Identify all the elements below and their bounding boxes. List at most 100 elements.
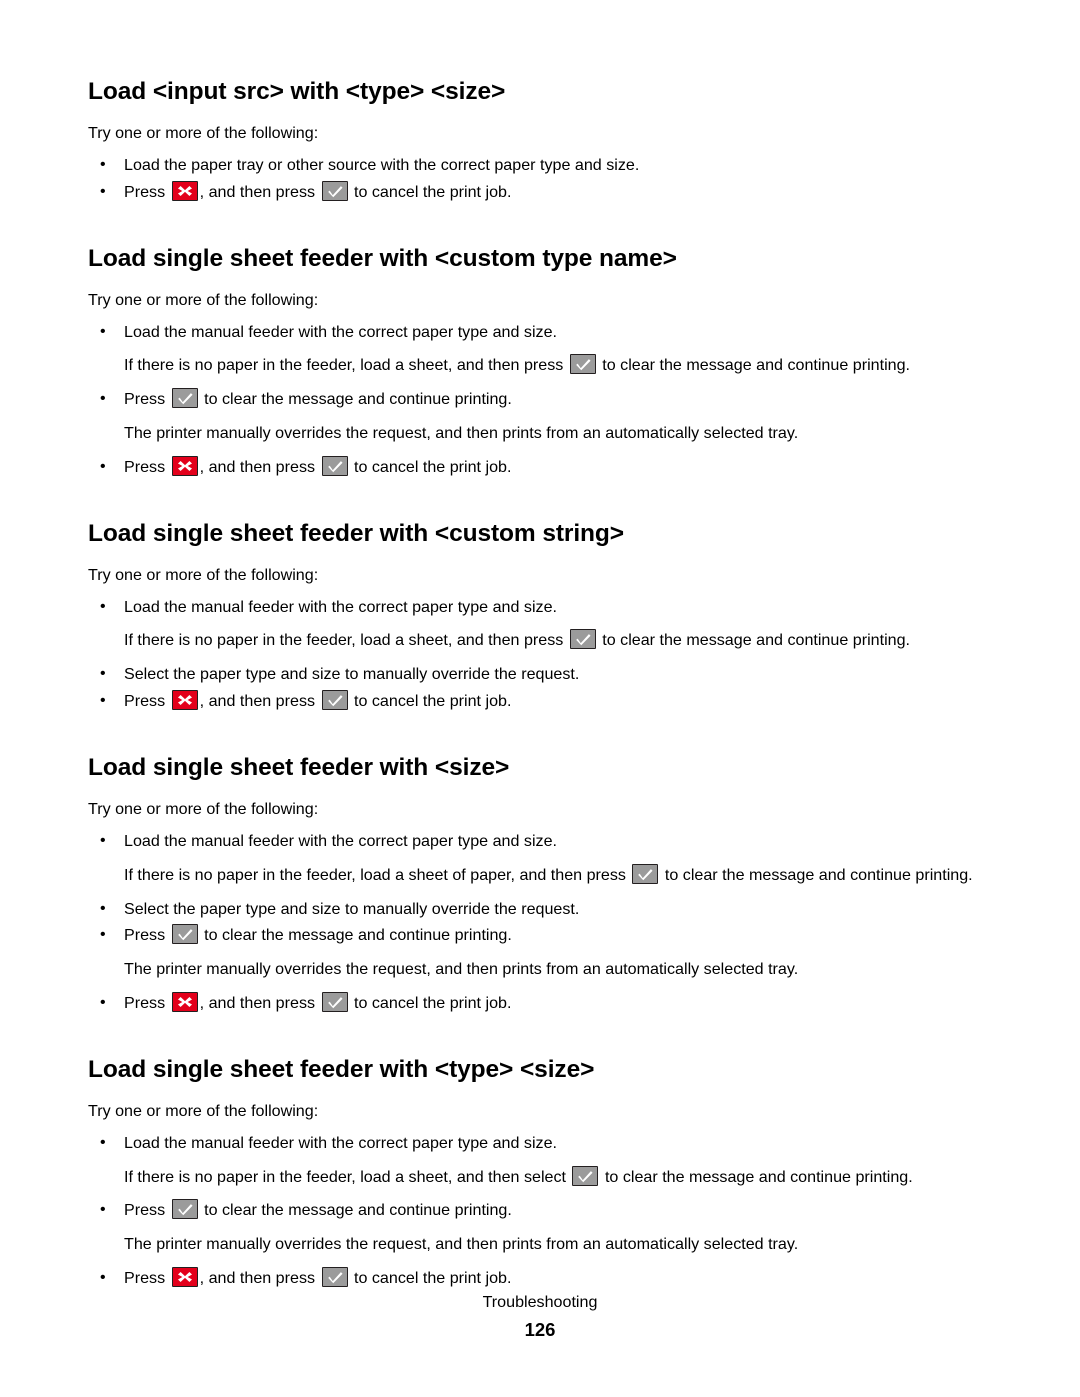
instruction-text: Press xyxy=(124,1268,170,1287)
list-item: Press to clear the message and continue … xyxy=(88,923,974,948)
list-item: Press , and then press to cancel the pri… xyxy=(88,180,974,205)
page-footer: Troubleshooting 126 xyxy=(0,1292,1080,1344)
select-check-key-icon[interactable] xyxy=(171,388,198,409)
select-check-key-icon[interactable] xyxy=(321,455,348,476)
list-item: Press , and then press to cancel the pri… xyxy=(88,455,974,480)
select-check-key-icon[interactable] xyxy=(572,1165,599,1186)
cancel-x-key-icon[interactable] xyxy=(171,690,198,711)
instruction-text: Press xyxy=(124,390,170,409)
list-item: Press , and then press to cancel the pri… xyxy=(88,991,974,1016)
select-check-key-icon[interactable] xyxy=(171,1199,198,1220)
list-item: Load the manual feeder with the correct … xyxy=(88,829,974,854)
section-heading: Load single sheet feeder with <custom st… xyxy=(88,519,624,547)
list-item: Press to clear the message and continue … xyxy=(88,387,974,412)
instruction-text: , and then press xyxy=(199,1268,320,1287)
list-item: Load the manual feeder with the correct … xyxy=(88,1131,974,1156)
instruction-text: The printer manually overrides the reque… xyxy=(124,424,799,443)
instruction-text: to clear the message and continue printi… xyxy=(597,356,911,375)
instruction-text: , and then press xyxy=(199,182,320,201)
list-item: Load the manual feeder with the correct … xyxy=(88,595,974,620)
instruction-text: The printer manually overrides the reque… xyxy=(124,960,799,979)
instruction-text: , and then press xyxy=(199,692,320,711)
list-item-note: If there is no paper in the feeder, load… xyxy=(88,1165,974,1190)
document-page: Load <input src> with <type> <size> Try o… xyxy=(0,0,1080,1397)
section-heading: Load <input src> with <type> <size> xyxy=(88,78,506,105)
instruction-text: to cancel the print job. xyxy=(349,182,512,201)
select-check-key-icon[interactable] xyxy=(321,690,348,711)
section-intro: Try one or more of the following: xyxy=(88,565,319,584)
instruction-list: Load the manual feeder with the correct … xyxy=(88,1131,974,1291)
section-heading: Load single sheet feeder with <size> xyxy=(88,753,510,781)
list-item-note: The printer manually overrides the reque… xyxy=(88,422,974,446)
instruction-list: Load the manual feeder with the correct … xyxy=(88,320,974,480)
instruction-text: The printer manually overrides the reque… xyxy=(124,1235,799,1254)
message-section: Load single sheet feeder with <custom st… xyxy=(88,520,974,714)
list-item: Load the paper tray or other source with… xyxy=(88,153,974,178)
instruction-text: If there is no paper in the feeder, load… xyxy=(124,631,568,650)
footer-breadcrumb: Troubleshooting xyxy=(482,1293,598,1311)
list-item: Press to clear the message and continue … xyxy=(88,1198,974,1223)
list-item-note: The printer manually overrides the reque… xyxy=(88,958,974,982)
instruction-text: Load the manual feeder with the correct … xyxy=(124,831,558,850)
instruction-text: to clear the message and continue printi… xyxy=(597,631,911,650)
page-content: Load <input src> with <type> <size> Try o… xyxy=(88,78,974,1294)
list-item-note: If there is no paper in the feeder, load… xyxy=(88,863,974,888)
cancel-x-key-icon[interactable] xyxy=(171,180,198,201)
select-check-key-icon[interactable] xyxy=(171,924,198,945)
cancel-x-key-icon[interactable] xyxy=(171,455,198,476)
list-item: Select the paper type and size to manual… xyxy=(88,662,974,687)
select-check-key-icon[interactable] xyxy=(569,354,596,375)
message-section: Load single sheet feeder with <type> <si… xyxy=(88,1056,974,1291)
instruction-text: , and then press xyxy=(199,993,320,1012)
list-item: Load the manual feeder with the correct … xyxy=(88,320,974,345)
list-item: Select the paper type and size to manual… xyxy=(88,897,974,922)
message-section: Load <input src> with <type> <size> Try o… xyxy=(88,78,974,205)
instruction-text: Press xyxy=(124,993,170,1012)
page-number: 126 xyxy=(524,1318,556,1340)
instruction-text: If there is no paper in the feeder, load… xyxy=(124,865,631,884)
instruction-text: Press xyxy=(124,1201,170,1220)
instruction-text: , and then press xyxy=(199,457,320,476)
list-item: Press , and then press to cancel the pri… xyxy=(88,1266,974,1291)
instruction-text: Press xyxy=(124,926,170,945)
instruction-text: to clear the message and continue printi… xyxy=(199,1201,512,1220)
instruction-text: Select the paper type and size to manual… xyxy=(124,665,580,684)
instruction-text: to cancel the print job. xyxy=(349,993,512,1012)
instruction-text: Load the manual feeder with the correct … xyxy=(124,1133,558,1152)
instruction-text: to clear the message and continue printi… xyxy=(199,390,512,409)
instruction-list: Load the manual feeder with the correct … xyxy=(88,595,974,714)
instruction-text: Load the paper tray or other source with… xyxy=(124,155,640,174)
select-check-key-icon[interactable] xyxy=(632,863,659,884)
section-intro: Try one or more of the following: xyxy=(88,124,319,143)
instruction-text: to clear the message and continue printi… xyxy=(600,1167,913,1186)
message-section: Load single sheet feeder with <size> Try … xyxy=(88,754,974,1016)
instruction-text: Select the paper type and size to manual… xyxy=(124,899,580,918)
instruction-text: Load the manual feeder with the correct … xyxy=(124,597,558,616)
instruction-list: Load the paper tray or other source with… xyxy=(88,153,974,205)
cancel-x-key-icon[interactable] xyxy=(171,991,198,1012)
select-check-key-icon[interactable] xyxy=(321,1266,348,1287)
instruction-text: If there is no paper in the feeder, load… xyxy=(124,1167,571,1186)
instruction-text: Press xyxy=(124,692,170,711)
instruction-text: to cancel the print job. xyxy=(349,692,512,711)
list-item-note: If there is no paper in the feeder, load… xyxy=(88,629,974,653)
instruction-list: Load the manual feeder with the correct … xyxy=(88,829,974,1016)
list-item-note: The printer manually overrides the reque… xyxy=(88,1233,974,1257)
message-section: Load single sheet feeder with <custom ty… xyxy=(88,245,974,480)
section-heading: Load single sheet feeder with <custom ty… xyxy=(88,244,677,272)
section-intro: Try one or more of the following: xyxy=(88,290,319,309)
section-intro: Try one or more of the following: xyxy=(88,1101,319,1120)
select-check-key-icon[interactable] xyxy=(321,180,348,201)
instruction-text: to cancel the print job. xyxy=(349,457,512,476)
select-check-key-icon[interactable] xyxy=(569,629,596,650)
select-check-key-icon[interactable] xyxy=(321,991,348,1012)
list-item: Press , and then press to cancel the pri… xyxy=(88,689,974,714)
instruction-text: If there is no paper in the feeder, load… xyxy=(124,356,568,375)
instruction-text: to clear the message and continue printi… xyxy=(199,926,512,945)
cancel-x-key-icon[interactable] xyxy=(171,1266,198,1287)
section-intro: Try one or more of the following: xyxy=(88,800,319,819)
section-heading: Load single sheet feeder with <type> <si… xyxy=(88,1055,595,1083)
list-item-note: If there is no paper in the feeder, load… xyxy=(88,354,974,378)
instruction-text: to clear the message and continue printi… xyxy=(660,865,973,884)
instruction-text: Load the manual feeder with the correct … xyxy=(124,322,558,341)
